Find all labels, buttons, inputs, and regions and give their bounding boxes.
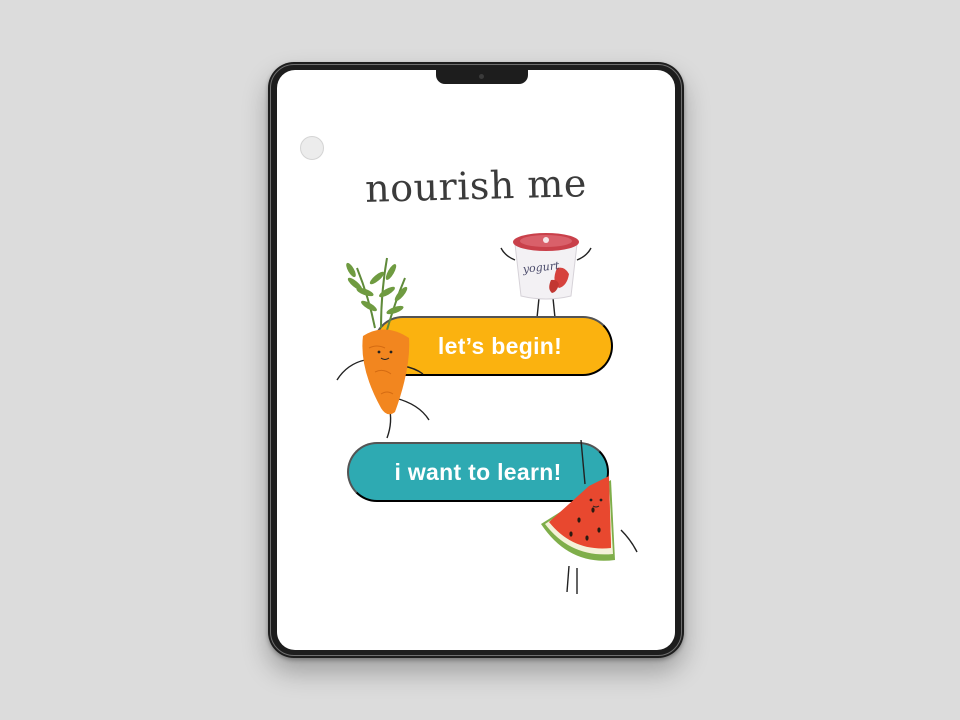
- app-title: nourish me: [364, 161, 588, 211]
- watermelon-character-icon: [541, 440, 638, 594]
- stage: nourish me yogurt let’s begin! i want to…: [0, 0, 960, 720]
- tablet-device: nourish me yogurt let’s begin! i want to…: [268, 62, 684, 658]
- home-button-icon[interactable]: [300, 136, 324, 160]
- carrot-character-icon: [336, 257, 430, 439]
- yogurt-character-icon: yogurt: [500, 233, 592, 318]
- camera-icon: [479, 74, 484, 79]
- camera-notch: [436, 70, 528, 84]
- tablet-screen: nourish me yogurt let’s begin! i want to…: [277, 70, 675, 650]
